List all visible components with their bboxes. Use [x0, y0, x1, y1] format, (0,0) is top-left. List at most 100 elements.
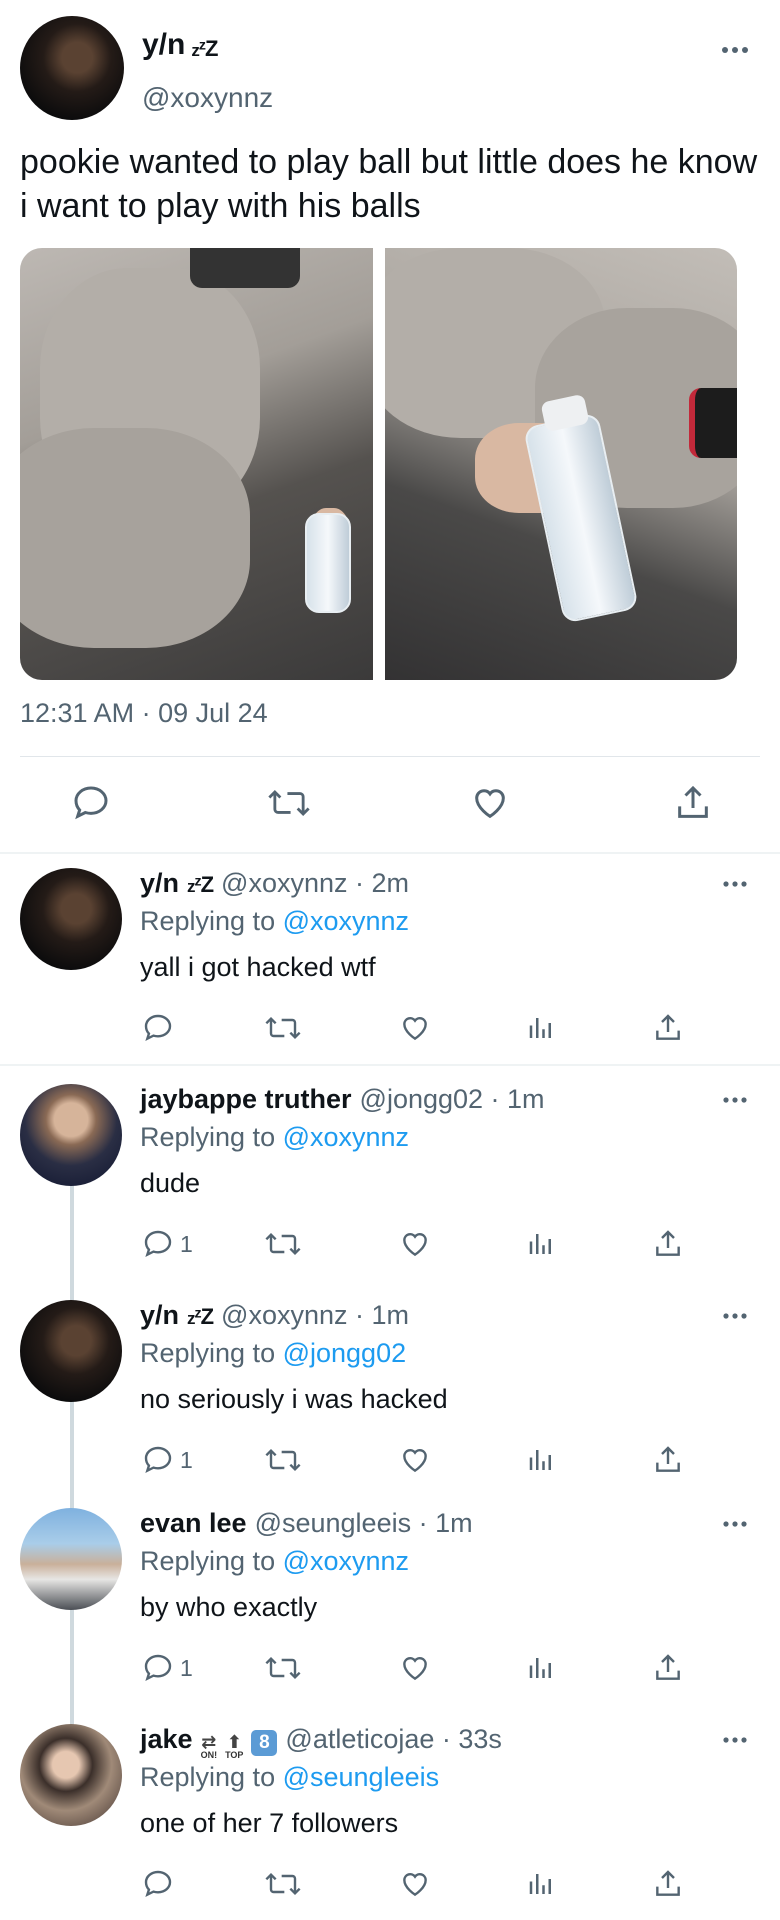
share-icon	[656, 1230, 680, 1256]
bottle-shape	[305, 513, 351, 613]
reply-count: 1	[180, 1446, 193, 1473]
reply-button[interactable]: 1	[142, 1648, 193, 1688]
replying-to-link[interactable]: @xoxynnz	[283, 1122, 409, 1152]
more-options-icon[interactable]	[720, 1306, 750, 1326]
avatar[interactable]	[20, 1300, 122, 1402]
replying-to-link[interactable]: @xoxynnz	[283, 906, 409, 936]
photo-1[interactable]	[20, 248, 373, 680]
retweet-button[interactable]	[264, 1224, 302, 1264]
retweet-button[interactable]	[264, 1440, 302, 1480]
retweet-icon[interactable]	[264, 778, 314, 828]
replying-to-link[interactable]: @seungleeis	[283, 1762, 440, 1792]
separator	[0, 1064, 780, 1066]
views-icon	[529, 1658, 551, 1678]
like-button[interactable]	[398, 1648, 432, 1688]
cap-shape	[190, 248, 300, 288]
reply-icon	[144, 1870, 172, 1898]
reply-text: by who exactly	[140, 1592, 318, 1622]
retweet-icon	[265, 1232, 301, 1256]
like-icon[interactable]	[465, 778, 515, 828]
display-name[interactable]: evan lee	[140, 1508, 247, 1539]
share-button[interactable]	[652, 1648, 684, 1688]
reply-tweet: jaybappe truther @jongg02 · 1m Replying …	[0, 1074, 780, 1284]
avatar[interactable]	[20, 868, 122, 970]
reply-tweet: y/n zzZ @xoxynnz · 2m Replying to @xoxyn…	[0, 858, 780, 1064]
reply-count: 1	[180, 1654, 193, 1681]
display-name[interactable]: y/n	[140, 868, 179, 899]
retweet-button[interactable]	[264, 1864, 302, 1904]
like-icon	[403, 1448, 427, 1473]
like-icon	[403, 1016, 427, 1041]
handle-time[interactable]: @xoxynnz · 2m	[221, 868, 409, 899]
handle-time[interactable]: @jongg02 · 1m	[360, 1084, 545, 1115]
avatar[interactable]	[20, 16, 124, 120]
sleep-emoji-icon: zzZ	[187, 872, 214, 897]
avatar[interactable]	[20, 1724, 122, 1826]
separator	[0, 852, 780, 854]
reply-tweet: jake ⇄ ON! ⬆ TOP 8 @atleticojae · 33s Repl…	[0, 1714, 780, 1920]
reply-actions	[0, 1008, 780, 1052]
display-name[interactable]: jaybappe truther	[140, 1084, 352, 1115]
display-name[interactable]: y/n	[142, 28, 185, 62]
replying-to-link[interactable]: @jongg02	[283, 1338, 407, 1368]
retweet-icon	[265, 1872, 301, 1896]
more-options-icon[interactable]	[720, 1514, 750, 1534]
avatar[interactable]	[20, 1084, 122, 1186]
reply-actions: 1	[0, 1224, 780, 1268]
more-options-icon[interactable]	[720, 874, 750, 894]
reply-header: y/n zzZ @xoxynnz · 1m	[140, 1300, 409, 1331]
retweet-icon	[265, 1016, 301, 1040]
tweet-text: pookie wanted to play ball but little do…	[20, 143, 758, 225]
views-button[interactable]	[526, 1008, 556, 1048]
on-arrows-icon: ⇄ ON!	[200, 1732, 218, 1760]
like-button[interactable]	[398, 1008, 432, 1048]
reply-icon[interactable]	[66, 778, 116, 828]
replying-to-line: Replying to @xoxynnz	[140, 1546, 409, 1577]
reply-button[interactable]	[142, 1008, 180, 1048]
reply-icon	[144, 1230, 172, 1258]
reply-icon	[144, 1014, 172, 1042]
photo-2[interactable]	[384, 248, 737, 680]
handle-time[interactable]: @seungleeis · 1m	[255, 1508, 473, 1539]
share-button[interactable]	[652, 1864, 684, 1904]
reply-text: yall i got hacked wtf	[140, 952, 376, 982]
like-icon	[403, 1232, 427, 1257]
retweet-button[interactable]	[264, 1008, 302, 1048]
views-button[interactable]	[526, 1224, 556, 1264]
badge-on-label: ON!	[200, 1750, 218, 1760]
views-button[interactable]	[526, 1648, 556, 1688]
retweet-icon	[265, 1448, 301, 1472]
reply-button[interactable]: 1	[142, 1224, 193, 1264]
more-options-icon[interactable]	[720, 1090, 750, 1110]
tweet-timestamp: 12:31 AM · 09 Jul 24	[20, 698, 268, 728]
more-options-icon[interactable]	[720, 40, 750, 60]
handle-time[interactable]: @xoxynnz · 1m	[221, 1300, 409, 1331]
more-options-icon[interactable]	[720, 1730, 750, 1750]
like-button[interactable]	[398, 1864, 432, 1904]
reply-button[interactable]	[142, 1864, 180, 1904]
share-button[interactable]	[652, 1440, 684, 1480]
share-button[interactable]	[652, 1008, 684, 1048]
reply-header: jaybappe truther @jongg02 · 1m	[140, 1084, 545, 1115]
reply-header: y/n zzZ @xoxynnz · 2m	[140, 868, 409, 899]
retweet-button[interactable]	[264, 1648, 302, 1688]
display-name[interactable]: y/n	[140, 1300, 179, 1331]
display-name[interactable]: jake	[140, 1724, 193, 1755]
like-button[interactable]	[398, 1224, 432, 1264]
like-button[interactable]	[398, 1440, 432, 1480]
views-button[interactable]	[526, 1864, 556, 1904]
replying-to-link[interactable]: @xoxynnz	[283, 1546, 409, 1576]
keycap-eight-icon: 8	[251, 1730, 278, 1756]
author-name-row: y/n zzZ	[142, 28, 218, 62]
avatar[interactable]	[20, 1508, 122, 1610]
share-button[interactable]	[652, 1224, 684, 1264]
views-icon	[529, 1874, 551, 1894]
divider	[20, 756, 760, 757]
views-button[interactable]	[526, 1440, 556, 1480]
reply-text: dude	[140, 1168, 201, 1198]
reply-text: one of her 7 followers	[140, 1808, 399, 1838]
handle[interactable]: @xoxynnz	[142, 82, 273, 114]
handle-time[interactable]: @atleticojae · 33s	[285, 1724, 502, 1755]
share-icon[interactable]	[668, 778, 718, 828]
reply-button[interactable]: 1	[142, 1440, 193, 1480]
